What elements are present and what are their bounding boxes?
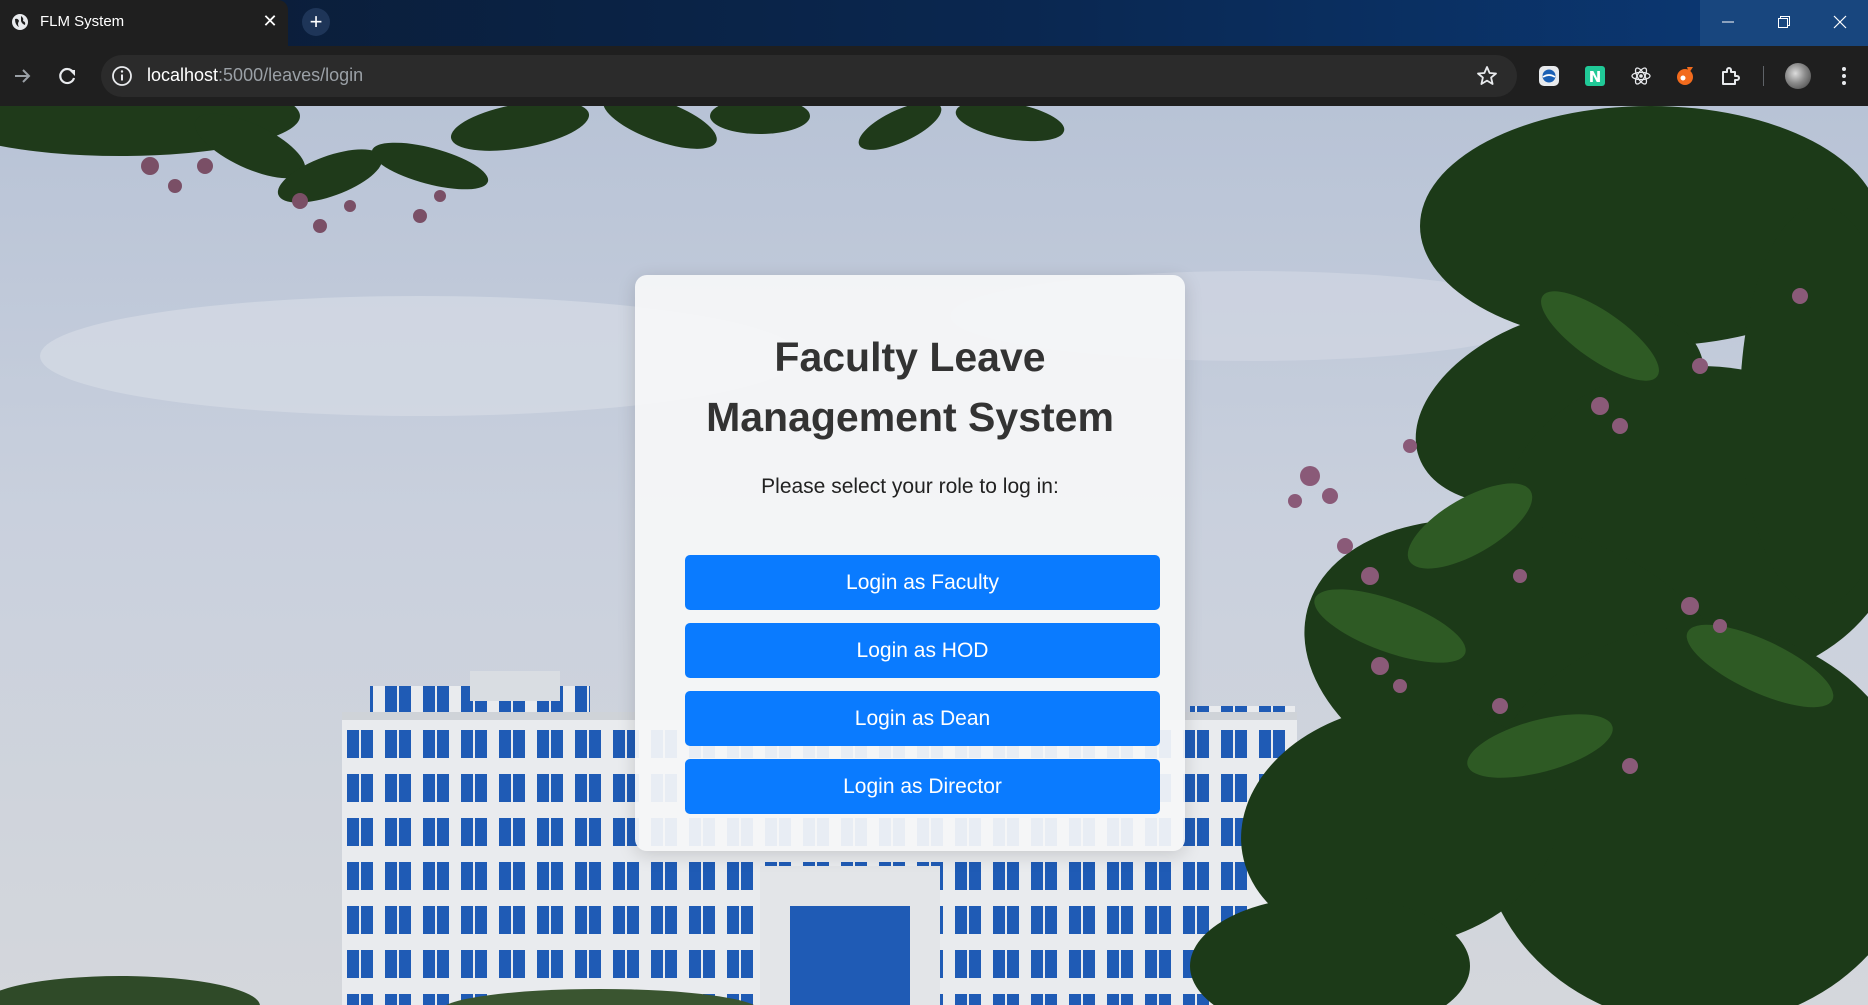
minimize-icon [1722, 21, 1734, 23]
puzzle-extensions-icon[interactable] [1718, 64, 1742, 88]
login-card: Faculty Leave Management System Please s… [635, 275, 1185, 851]
react-devtools-icon[interactable] [1629, 64, 1653, 88]
restore-button[interactable] [1756, 0, 1812, 46]
role-button-list: Login as Faculty Login as HOD Login as D… [685, 555, 1160, 827]
close-icon [1833, 15, 1847, 29]
site-info-icon[interactable] [111, 65, 133, 87]
profile-avatar[interactable] [1785, 63, 1811, 89]
role-prompt: Please select your role to log in: [761, 475, 1059, 498]
minimize-button[interactable] [1700, 0, 1756, 46]
close-window-button[interactable] [1812, 0, 1868, 46]
globe-icon [12, 14, 28, 30]
login-faculty-button[interactable]: Login as Faculty [685, 555, 1160, 610]
login-dean-button[interactable]: Login as Dean [685, 691, 1160, 746]
tab-strip: FLM System ✕ + [0, 0, 1868, 46]
toolbar-divider [1763, 66, 1764, 86]
url-text[interactable]: localhost:5000/leaves/login [147, 65, 363, 86]
page-viewport: Faculty Leave Management System Please s… [0, 106, 1868, 1005]
tab-flm-system[interactable]: FLM System ✕ [0, 0, 288, 46]
browser-toolbar: localhost:5000/leaves/login N [0, 46, 1868, 106]
browser-window: FLM System ✕ + localhost:5000/leaves/log… [0, 0, 1868, 1005]
new-tab-button[interactable]: + [302, 8, 330, 36]
more-menu-icon[interactable] [1832, 63, 1856, 89]
orange-extension-icon[interactable] [1673, 64, 1697, 88]
tab-title: FLM System [40, 13, 125, 30]
reload-icon[interactable] [52, 61, 82, 91]
n-extension-icon[interactable]: N [1583, 64, 1607, 88]
forward-arrow-icon[interactable] [7, 61, 37, 91]
restore-icon [1778, 16, 1790, 28]
page-title: Faculty Leave Management System [706, 334, 1114, 440]
login-director-button[interactable]: Login as Director [685, 759, 1160, 814]
shield-extension-icon[interactable] [1537, 64, 1561, 88]
url-host: localhost [147, 65, 219, 85]
url-path: :5000/leaves/login [218, 65, 364, 85]
svg-text:N: N [1589, 68, 1602, 86]
tab-close-icon[interactable]: ✕ [260, 11, 280, 31]
address-bar[interactable]: localhost:5000/leaves/login [101, 55, 1517, 97]
login-hod-button[interactable]: Login as HOD [685, 623, 1160, 678]
bookmark-star-icon[interactable] [1475, 64, 1499, 88]
